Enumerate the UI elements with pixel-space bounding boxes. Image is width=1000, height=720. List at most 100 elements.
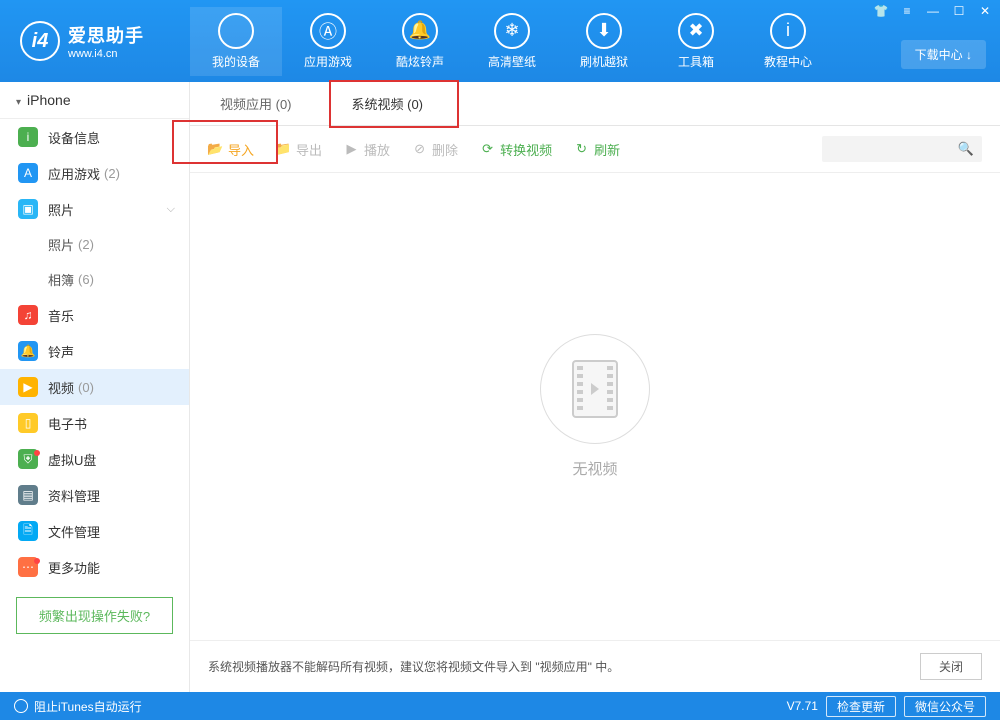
sidebar-item-ringtones[interactable]: 🔔 铃声 (0, 333, 189, 369)
tabs: 视频应用 (0) 系统视频 (0) (190, 82, 1000, 126)
stop-icon (14, 699, 28, 713)
nav-toolbox[interactable]: ✖ 工具箱 (650, 7, 742, 76)
sidebar-item-music[interactable]: ♫音乐 (0, 297, 189, 333)
app-name: 爱思助手 (68, 22, 144, 48)
nav-wallpapers[interactable]: ❄高清壁纸 (466, 7, 558, 76)
sidebar-item-label: 照片 (48, 235, 74, 254)
export-button[interactable]: 📁 导出 (276, 140, 322, 159)
file-icon: 🗎 (18, 521, 38, 541)
btn-label: 播放 (364, 140, 390, 159)
count: (2) (78, 237, 94, 252)
nav-tutorials[interactable]: i 教程中心 (742, 7, 834, 76)
btn-label: 导出 (296, 140, 322, 159)
nav-label: 刷机越狱 (580, 53, 628, 70)
book-icon: ▯ (18, 413, 38, 433)
nav-ringtones[interactable]: 🔔 酷炫铃声 (374, 7, 466, 76)
convert-icon: ⟳ (480, 142, 495, 157)
sidebar-item-videos[interactable]: ▶ 视频 (0) (0, 369, 189, 405)
version-label: V7.71 (787, 699, 818, 713)
logo-icon: i4 (20, 21, 60, 61)
top-nav: 我的设备 Ⓐ应用游戏 🔔 酷炫铃声 ❄高清壁纸 ⬇ 刷机越狱 ✖ 工具箱 i 教程中心 (190, 0, 834, 82)
info-icon: i (770, 13, 806, 49)
close-icon[interactable]: ✕ (976, 4, 994, 18)
photo-icon: ▣ (18, 199, 38, 219)
wechat-button[interactable]: 微信公众号 (904, 696, 986, 717)
help-link[interactable]: 频繁出现操作失败? (16, 597, 173, 634)
hint-bar: 系统视频播放器不能解码所有视频，建议您将视频文件导入到 "视频应用" 中。 关闭 (190, 640, 1000, 692)
sidebar-item-device-info[interactable]: i 设备信息 (0, 119, 189, 155)
nav-label: 工具箱 (678, 53, 714, 70)
film-icon (572, 360, 618, 418)
hint-text: 系统视频播放器不能解码所有视频，建议您将视频文件导入到 "视频应用" 中。 (208, 658, 619, 675)
sidebar-item-files[interactable]: 🗎文件管理 (0, 513, 189, 549)
apple-icon (218, 13, 254, 49)
tab-video-app[interactable]: 视频应用 (0) (190, 82, 322, 125)
delete-button[interactable]: ⊘删除 (412, 140, 458, 159)
sidebar-item-udisk[interactable]: ⛨虚拟U盘 (0, 441, 189, 477)
search-icon: 🔍 (958, 141, 974, 157)
btn-label: 转换视频 (500, 140, 552, 159)
folder-out-icon: 📁 (276, 142, 291, 157)
sidebar-item-app-games[interactable]: A应用游戏(2) (0, 155, 189, 191)
bell-icon: 🔔 (18, 341, 38, 361)
empty-text: 无视频 (572, 458, 617, 479)
main-panel: 视频应用 (0) 系统视频 (0) 📂 导入 📁 导出 ▶播放 ⊘删除 ⟳ 转换视频 … (190, 82, 1000, 692)
body: iPhone i 设备信息 A应用游戏(2) ▣ 照片 照片 (2) 相簿(6) ♫音… (0, 82, 1000, 692)
empty-state: 无视频 (190, 173, 1000, 640)
sidebar-item-photos[interactable]: ▣ 照片 (0, 191, 189, 227)
info-icon: i (18, 127, 38, 147)
close-hint-button[interactable]: 关闭 (920, 653, 982, 680)
refresh-icon: ↻ (574, 142, 589, 157)
btn-label: 导入 (228, 140, 254, 159)
download-center-button[interactable]: 下载中心 ↓ (901, 40, 986, 69)
a-icon: Ⓐ (310, 13, 346, 49)
menu-icon[interactable]: ≡ (898, 4, 916, 18)
sidebar-item-label: 相簿 (48, 270, 74, 289)
count: (2) (104, 166, 120, 181)
sidebar-item-albums-sub[interactable]: 相簿(6) (0, 262, 189, 297)
maximize-icon[interactable]: ☐ (950, 4, 968, 18)
shirt-icon[interactable]: 👕 (872, 4, 890, 18)
refresh-button[interactable]: ↻ 刷新 (574, 140, 620, 159)
itunes-block-toggle[interactable]: 阻止iTunes自动运行 (14, 698, 142, 715)
count: (0) (78, 380, 94, 395)
sidebar-item-label: 照片 (48, 200, 74, 219)
app-header: 👕 ≡ — ☐ ✕ 下载中心 ↓ i4 爱思助手 www.i4.cn 我的设备 … (0, 0, 1000, 82)
check-update-button[interactable]: 检查更新 (826, 696, 896, 717)
nav-my-device[interactable]: 我的设备 (190, 7, 282, 76)
video-icon: ▶ (18, 377, 38, 397)
sidebar-item-label: 电子书 (48, 414, 87, 433)
tab-system-video[interactable]: 系统视频 (0) (322, 82, 454, 125)
sidebar-item-ebooks[interactable]: ▯ 电子书 (0, 405, 189, 441)
import-button[interactable]: 📂 导入 (208, 140, 254, 159)
btn-label: 刷新 (594, 140, 620, 159)
toolbar: 📂 导入 📁 导出 ▶播放 ⊘删除 ⟳ 转换视频 ↻ 刷新 🔍 (190, 126, 1000, 173)
search-input[interactable]: 🔍 (822, 136, 982, 162)
minimize-icon[interactable]: — (924, 4, 942, 18)
nav-label: 教程中心 (764, 53, 812, 70)
logo-area: i4 爱思助手 www.i4.cn (0, 0, 190, 82)
sidebar-item-label: 视频 (48, 378, 74, 397)
convert-button[interactable]: ⟳ 转换视频 (480, 140, 552, 159)
tools-icon: ✖ (678, 13, 714, 49)
footer-label: 阻止iTunes自动运行 (34, 698, 142, 715)
nav-app-games[interactable]: Ⓐ应用游戏 (282, 7, 374, 76)
sidebar-item-label: 设备信息 (48, 128, 100, 147)
status-bar: 阻止iTunes自动运行 V7.71 检查更新 微信公众号 (0, 692, 1000, 720)
sidebar-item-photos-sub[interactable]: 照片 (2) (0, 227, 189, 262)
nav-flash[interactable]: ⬇ 刷机越狱 (558, 7, 650, 76)
btn-label: 删除 (432, 140, 458, 159)
sidebar-item-label: 铃声 (48, 342, 74, 361)
sidebar: iPhone i 设备信息 A应用游戏(2) ▣ 照片 照片 (2) 相簿(6) ♫音… (0, 82, 190, 692)
sidebar-item-more[interactable]: ⋯更多功能 (0, 549, 189, 585)
nav-label: 酷炫铃声 (396, 53, 444, 70)
sidebar-device-header[interactable]: iPhone (0, 82, 189, 119)
bell-icon: 🔔 (402, 13, 438, 49)
dot-icon (34, 450, 40, 456)
box-icon: ⬇ (586, 13, 622, 49)
folder-in-icon: 📂 (208, 142, 223, 157)
play-button[interactable]: ▶播放 (344, 140, 390, 159)
sidebar-item-data[interactable]: ▤资料管理 (0, 477, 189, 513)
empty-illustration (540, 334, 650, 444)
sidebar-item-label: 音乐 (48, 306, 74, 325)
